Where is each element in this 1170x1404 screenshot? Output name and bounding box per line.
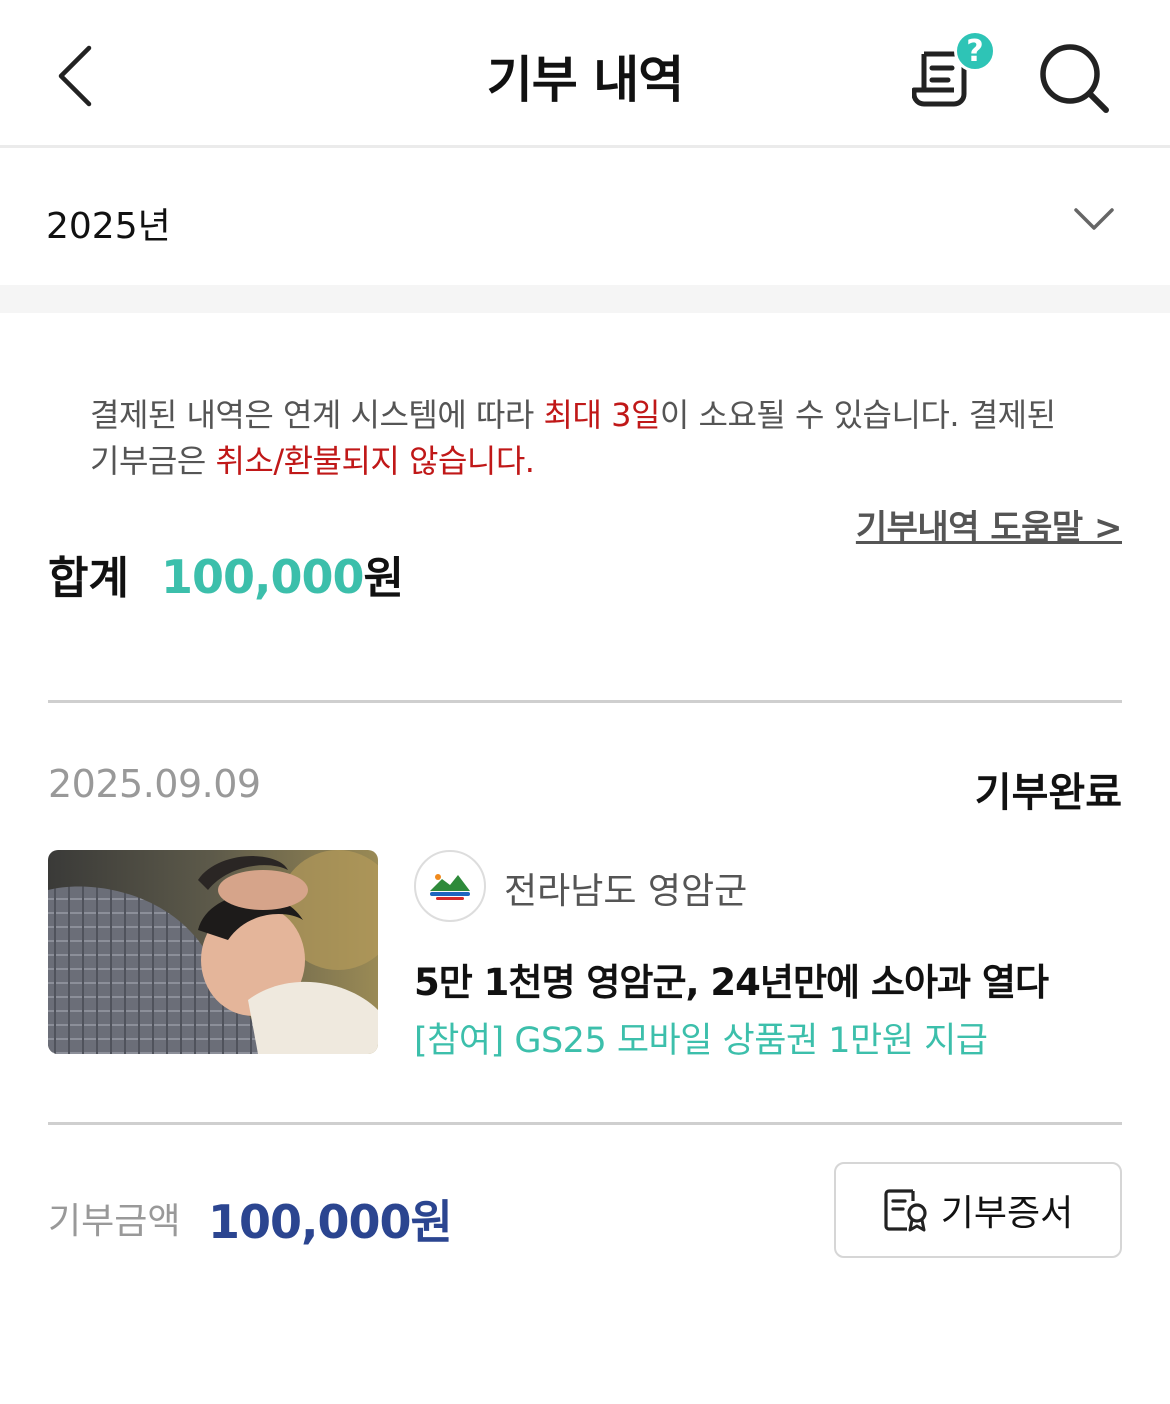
total-label: 합계 xyxy=(48,553,129,604)
campaign-subtitle: [참여] GS25 모바일 상품권 1만원 지급 xyxy=(414,1021,988,1061)
help-link[interactable]: 기부내역 도움말 > xyxy=(856,500,1123,549)
certificate-button-label: 기부증서 xyxy=(940,1193,1074,1234)
donation-date: 2025.09.09 xyxy=(48,762,261,806)
notice-text: 결제된 내역은 연계 시스템에 따라 최대 3일이 소요될 수 있습니다. 결제… xyxy=(90,392,1090,484)
app-header: 기부 내역 ? xyxy=(0,0,1170,148)
divider-bottom xyxy=(48,1122,1122,1125)
divider-top xyxy=(48,700,1122,703)
org-name: 전라남도 영암군 xyxy=(504,871,748,912)
org-logo xyxy=(414,850,486,922)
receipt-help-button[interactable]: ? xyxy=(912,30,1002,114)
notice-highlight-2: 취소/환불되지 않습니다. xyxy=(215,442,535,480)
year-selector[interactable]: 2025년 xyxy=(0,151,1170,285)
notice-highlight-1: 최대 3일 xyxy=(543,396,661,434)
search-button[interactable] xyxy=(1032,36,1116,120)
donation-status: 기부완료 xyxy=(974,770,1122,816)
help-badge: ? xyxy=(954,30,996,72)
certificate-button[interactable]: 기부증서 xyxy=(834,1162,1122,1258)
total-amount: 100,000 xyxy=(160,550,365,604)
total-summary: 합계 100,000 원 xyxy=(48,542,404,606)
total-unit: 원 xyxy=(363,553,404,604)
donation-amount-label: 기부금액 xyxy=(48,1201,181,1242)
year-selected-value: 2025년 xyxy=(46,206,171,247)
section-gap xyxy=(0,285,1170,313)
certificate-icon xyxy=(884,1189,927,1232)
search-icon xyxy=(1040,44,1109,113)
notice-part-1: 결제된 내역은 연계 시스템에 따라 xyxy=(90,396,544,434)
chevron-down-icon xyxy=(1074,208,1114,230)
campaign-photo xyxy=(48,850,378,1054)
yeongam-logo-icon xyxy=(430,874,470,900)
campaign-thumbnail[interactable] xyxy=(48,850,378,1054)
campaign-title[interactable]: 5만 1천명 영암군, 24년만에 소아과 열다 xyxy=(414,952,1049,1006)
donation-amount-value: 100,000원 xyxy=(208,1195,453,1249)
